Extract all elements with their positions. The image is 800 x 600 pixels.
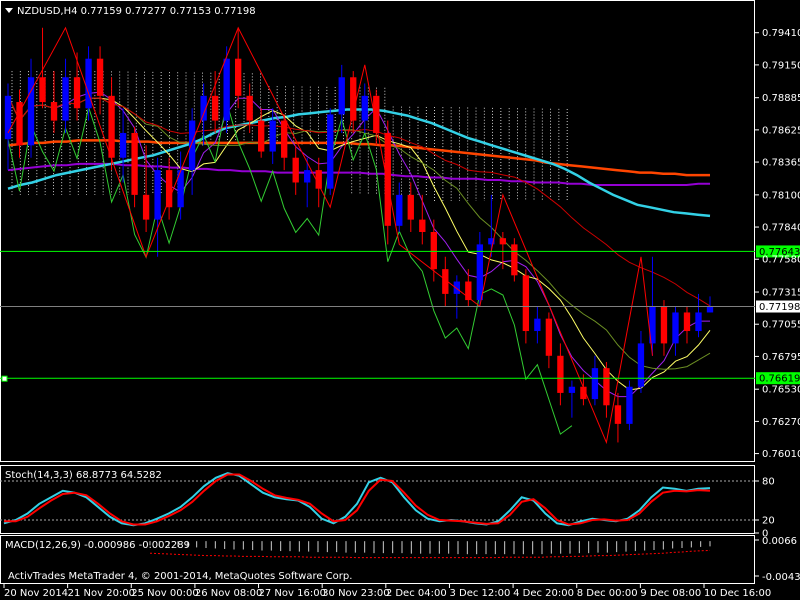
candle-body [39, 77, 46, 103]
time-tick-label: 27 Nov 16:00 [259, 588, 326, 599]
chart-header: NZDUSD,H4 0.77159 0.77277 0.77153 0.7719… [5, 6, 256, 17]
candle-body [453, 281, 460, 294]
candle-body [223, 58, 230, 121]
candle-body [292, 157, 299, 183]
candle-body [234, 58, 242, 96]
stoch-tick-label: 80 [762, 477, 775, 488]
candle-body [407, 194, 414, 220]
time-tick-label: 30 Nov 23:00 [322, 588, 389, 599]
price-tick-label: 0.76795 [762, 352, 800, 363]
support-price-label: 0.76619 [759, 374, 800, 385]
candle-body [108, 95, 115, 158]
candle-body [603, 368, 610, 406]
time-tick-label: 9 Dec 08:00 [640, 588, 701, 599]
price-tick-label: 0.76270 [762, 417, 800, 428]
candle-body [62, 77, 69, 121]
candle-body [660, 306, 668, 344]
candle-body [430, 232, 437, 270]
time-tick-label: 3 Dec 12:00 [449, 588, 510, 599]
candle-body [131, 132, 138, 195]
candle-body [211, 95, 219, 121]
candle-body [269, 120, 276, 152]
macd-tick-label: -0.0043 [762, 572, 800, 583]
candle-body [154, 170, 161, 220]
price-tick-label: 0.77055 [762, 320, 800, 331]
candle-body [50, 102, 58, 121]
copyright-text: ActivTrades MetaTrader 4, © 2001-2014, M… [8, 571, 352, 582]
candle-body [165, 170, 173, 208]
time-tick-label: 26 Nov 08:00 [195, 588, 262, 599]
candle-body [499, 238, 507, 245]
last-price-label: 0.77198 [759, 302, 800, 313]
candle-body [626, 386, 633, 424]
candle-body [419, 219, 426, 232]
time-tick-label: 4 Dec 20:00 [513, 588, 574, 599]
candle-body [119, 132, 127, 158]
price-tick-label: 0.79410 [762, 28, 800, 39]
symbol-line: NZDUSD,H4 0.77159 0.77277 0.77153 0.7719… [17, 6, 256, 17]
price-tick-label: 0.78365 [762, 158, 800, 169]
candle-body [591, 368, 599, 400]
candle-body [706, 306, 714, 313]
candle-body [73, 77, 81, 109]
price-tick-label: 0.77315 [762, 288, 800, 299]
candle-body [522, 275, 530, 332]
macd-tick-label: 0.0066 [762, 536, 797, 547]
time-tick-label: 25 Nov 00:00 [131, 588, 198, 599]
price-tick-label: 0.76530 [762, 385, 800, 396]
stoch-title: Stoch(14,3,3) 68.8773 64.5282 [5, 470, 162, 481]
candle-body [683, 312, 691, 332]
candle-body [476, 244, 484, 301]
time-tick-label: 21 Nov 20:00 [68, 588, 135, 599]
price-tick-label: 0.79150 [762, 60, 800, 71]
line-anchor-handle [1, 375, 8, 382]
candle-body [568, 386, 576, 393]
candle-body [396, 194, 403, 226]
candle-body [188, 120, 196, 171]
price-tick-label: 0.76010 [762, 449, 800, 460]
macd-title: MACD(12,26,9) -0.000986 -0.002289 [5, 540, 190, 551]
price-tick-label: 0.77840 [762, 223, 800, 234]
time-tick-label: 2 Dec 04:00 [386, 588, 447, 599]
candle-body [304, 170, 311, 183]
candle-body [258, 120, 265, 152]
candle-body [338, 77, 345, 115]
price-tick-label: 0.77580 [762, 255, 800, 266]
candle-body [695, 312, 702, 332]
time-tick-label: 8 Dec 00:00 [577, 588, 638, 599]
candle-body [281, 120, 288, 158]
candle-body [672, 312, 679, 344]
price-chart[interactable]: 0.776430.76619 0.794100.791500.788850.78… [0, 0, 800, 600]
stoch-tick-label: 20 [762, 516, 775, 527]
candle-body [384, 132, 391, 226]
candle-body [557, 355, 564, 393]
time-tick-label: 10 Dec 16:00 [704, 588, 771, 599]
price-tick-label: 0.78625 [762, 125, 800, 136]
candle-body [511, 244, 518, 276]
candle-body [637, 343, 645, 387]
candle-body [246, 95, 253, 121]
candle-body [96, 58, 104, 96]
candle-body [327, 114, 334, 189]
price-tick-label: 0.78100 [762, 190, 800, 201]
candle-body [534, 318, 541, 332]
candle-body [614, 405, 622, 424]
candle-body [545, 318, 553, 356]
price-tick-label: 0.78885 [762, 93, 800, 104]
candle-body [361, 95, 368, 121]
time-tick-label: 20 Nov 2014 [4, 588, 68, 599]
candle-body [142, 194, 150, 220]
